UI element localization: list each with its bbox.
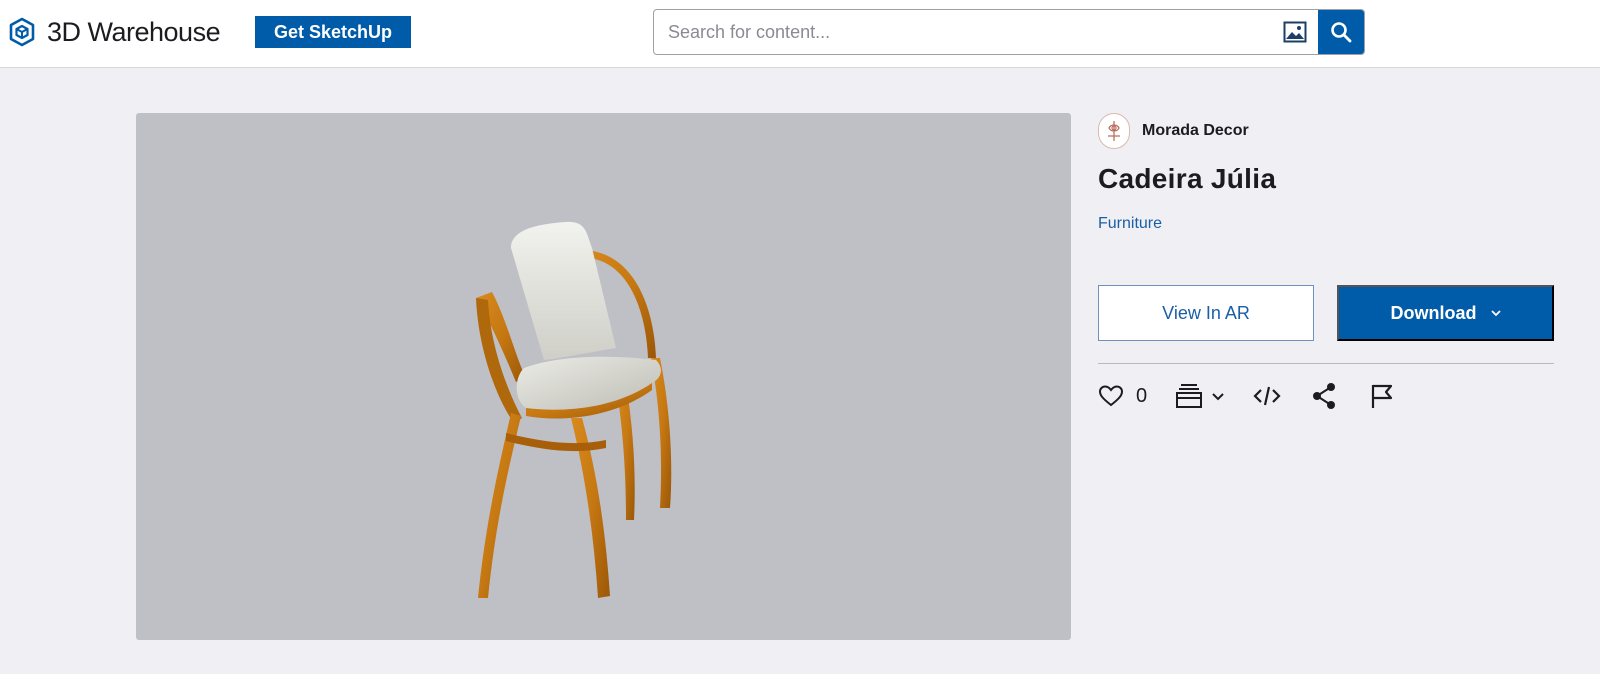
- download-label: Download: [1390, 302, 1477, 323]
- model-viewer[interactable]: [136, 113, 1071, 640]
- search-bar: [653, 9, 1365, 55]
- search-input[interactable]: [654, 10, 1272, 54]
- logo-text: 3D Warehouse: [47, 16, 221, 47]
- code-icon: [1253, 386, 1281, 406]
- collection-stack-icon: [1176, 384, 1203, 408]
- chevron-down-icon: [1490, 310, 1501, 317]
- flag-icon: [1372, 384, 1393, 408]
- top-header: 3D Warehouse Get SketchUp: [0, 0, 1600, 68]
- model-details-panel: Morada Decor Cadeira Júlia Furniture Vie…: [1098, 113, 1554, 409]
- avatar[interactable]: [1098, 113, 1130, 149]
- chevron-down-icon: [1212, 393, 1224, 401]
- author-name[interactable]: Morada Decor: [1142, 122, 1249, 140]
- cube-logo-icon: [9, 17, 35, 47]
- author-info[interactable]: Morada Decor: [1098, 113, 1554, 149]
- download-button[interactable]: Download: [1337, 285, 1554, 341]
- morada-decor-logo-icon: [1108, 121, 1120, 141]
- model-toolbar: 0: [1098, 380, 1395, 412]
- search-icon: [1331, 22, 1352, 43]
- report-button[interactable]: [1369, 382, 1395, 410]
- share-icon: [1313, 383, 1336, 409]
- heart-icon: [1098, 385, 1124, 407]
- like-count: 0: [1136, 384, 1148, 407]
- chair-model-preview: [476, 221, 672, 598]
- search-button[interactable]: [1318, 10, 1364, 54]
- category-link[interactable]: Furniture: [1098, 215, 1162, 233]
- get-sketchup-button[interactable]: Get SketchUp: [255, 16, 411, 48]
- image-search-button[interactable]: [1272, 10, 1318, 54]
- share-button[interactable]: [1311, 382, 1337, 410]
- like-button[interactable]: 0: [1098, 384, 1147, 408]
- image-search-icon: [1283, 21, 1307, 43]
- model-title: Cadeira Júlia: [1098, 163, 1277, 194]
- action-buttons: View In AR Download: [1098, 285, 1554, 341]
- embed-button[interactable]: [1253, 384, 1281, 408]
- view-in-ar-button[interactable]: View In AR: [1098, 285, 1314, 341]
- divider: [1098, 363, 1554, 364]
- site-logo[interactable]: 3D Warehouse: [8, 15, 221, 49]
- add-to-collection-button[interactable]: [1175, 382, 1225, 410]
